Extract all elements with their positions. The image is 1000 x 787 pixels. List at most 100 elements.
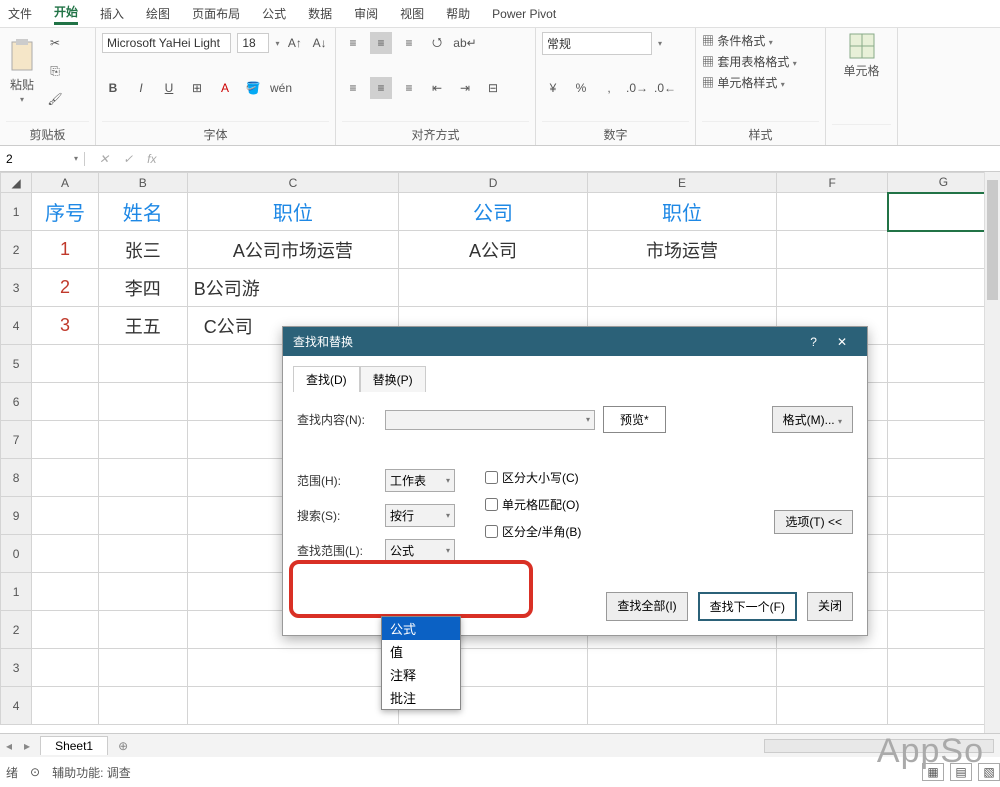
cancel-icon[interactable]: ✕ <box>99 152 109 166</box>
preview-button[interactable]: 预览* <box>603 406 666 433</box>
currency-icon[interactable]: ¥ <box>542 77 564 99</box>
col-C[interactable]: C <box>187 173 398 193</box>
cell[interactable]: 2 <box>32 269 99 307</box>
cell[interactable] <box>777 193 888 231</box>
orientation-icon[interactable]: ⭯ <box>426 32 448 54</box>
cell[interactable]: 王五 <box>98 307 187 345</box>
dropdown-item[interactable]: 值 <box>382 640 460 663</box>
dropdown-item[interactable]: 注释 <box>382 663 460 686</box>
cell[interactable]: 李四 <box>98 269 187 307</box>
search-select[interactable]: 按行▾ <box>385 504 455 527</box>
menu-formula[interactable]: 公式 <box>262 5 286 22</box>
cell[interactable]: 市场运营 <box>588 231 777 269</box>
format-button[interactable]: 格式(M)... ▾ <box>772 406 853 433</box>
wrap-text-icon[interactable]: ab↵ <box>454 32 476 54</box>
cell[interactable]: 公司 <box>399 193 588 231</box>
menu-insert[interactable]: 插入 <box>100 5 124 22</box>
indent-inc-icon[interactable]: ⇥ <box>454 77 476 99</box>
col-G[interactable]: G <box>888 173 999 193</box>
match-cell-checkbox[interactable] <box>485 498 498 511</box>
find-next-button[interactable]: 查找下一个(F) <box>698 592 797 621</box>
tab-nav-prev[interactable]: ◂ <box>0 739 18 753</box>
align-bottom-icon[interactable]: ≡ <box>398 32 420 54</box>
font-grow-icon[interactable]: A↑ <box>286 32 305 54</box>
tab-nav-next[interactable]: ▸ <box>18 739 36 753</box>
format-painter-icon[interactable]: 🖌 <box>44 88 66 110</box>
sheet-tab[interactable]: Sheet1 <box>40 736 108 755</box>
align-right-icon[interactable]: ≡ <box>398 77 420 99</box>
col-D[interactable]: D <box>399 173 588 193</box>
cell[interactable]: 3 <box>32 307 99 345</box>
tab-find[interactable]: 查找(D) <box>293 366 360 392</box>
cell[interactable]: 1 <box>32 231 99 269</box>
col-F[interactable]: F <box>777 173 888 193</box>
comma-icon[interactable]: , <box>598 77 620 99</box>
fill-color-icon[interactable]: 🪣 <box>242 77 264 99</box>
active-cell[interactable] <box>888 193 999 231</box>
italic-button[interactable]: I <box>130 77 152 99</box>
select-all[interactable]: ◢ <box>1 173 32 193</box>
dialog-help-icon[interactable]: ? <box>800 335 827 349</box>
cell-style-button[interactable]: ▦ 单元格样式 ▾ <box>702 74 819 91</box>
cell[interactable]: A公司市场运营 <box>187 231 398 269</box>
merge-icon[interactable]: ⊟ <box>482 77 504 99</box>
font-name-select[interactable]: Microsoft YaHei Light <box>102 33 231 53</box>
font-size-select[interactable]: 18 <box>237 33 269 53</box>
cell[interactable]: B公司游 <box>187 269 398 307</box>
dropdown-item[interactable]: 公式 <box>382 617 460 640</box>
menu-review[interactable]: 审阅 <box>354 5 378 22</box>
menu-powerpivot[interactable]: Power Pivot <box>492 7 556 21</box>
cells-button[interactable]: 单元格 <box>832 32 891 79</box>
underline-button[interactable]: U <box>158 77 180 99</box>
cell[interactable]: A公司 <box>399 231 588 269</box>
align-top-icon[interactable]: ≡ <box>342 32 364 54</box>
scope-select[interactable]: 工作表▾ <box>385 469 455 492</box>
menu-layout[interactable]: 页面布局 <box>192 5 240 22</box>
match-case-checkbox[interactable] <box>485 471 498 484</box>
cell[interactable]: 职位 <box>187 193 398 231</box>
find-all-button[interactable]: 查找全部(I) <box>606 592 687 621</box>
menu-view[interactable]: 视图 <box>400 5 424 22</box>
conditional-format-button[interactable]: ▦ 条件格式 ▾ <box>702 32 819 49</box>
find-content-input[interactable]: ▾ <box>385 410 595 430</box>
cut-icon[interactable]: ✂ <box>44 32 66 54</box>
percent-icon[interactable]: % <box>570 77 592 99</box>
close-button[interactable]: 关闭 <box>807 592 853 621</box>
options-button[interactable]: 选项(T) << <box>774 510 853 534</box>
copy-icon[interactable]: ⎘ <box>44 60 66 82</box>
font-color-icon[interactable]: A <box>214 77 236 99</box>
align-middle-icon[interactable]: ≡ <box>370 32 392 54</box>
bold-button[interactable]: B <box>102 77 124 99</box>
border-icon[interactable]: ⊞ <box>186 77 208 99</box>
align-left-icon[interactable]: ≡ <box>342 77 364 99</box>
name-box[interactable]: 2▾ <box>0 152 85 166</box>
table-format-button[interactable]: ▦ 套用表格格式 ▾ <box>702 53 819 70</box>
phonetic-icon[interactable]: wén <box>270 77 292 99</box>
accessibility-icon[interactable]: ⊙ <box>30 765 40 779</box>
decimal-dec-icon[interactable]: .0← <box>654 77 676 99</box>
menu-home[interactable]: 开始 <box>54 3 78 25</box>
tab-replace[interactable]: 替换(P) <box>360 366 426 392</box>
cell[interactable]: 姓名 <box>98 193 187 231</box>
menu-data[interactable]: 数据 <box>308 5 332 22</box>
decimal-inc-icon[interactable]: .0→ <box>626 77 648 99</box>
col-B[interactable]: B <box>98 173 187 193</box>
col-A[interactable]: A <box>32 173 99 193</box>
lookin-select[interactable]: 公式▾ <box>385 539 455 562</box>
menu-draw[interactable]: 绘图 <box>146 5 170 22</box>
add-sheet-icon[interactable]: ⊕ <box>108 739 138 753</box>
menu-file[interactable]: 文件 <box>8 5 32 22</box>
col-E[interactable]: E <box>588 173 777 193</box>
cell[interactable]: 职位 <box>588 193 777 231</box>
font-shrink-icon[interactable]: A↓ <box>310 32 329 54</box>
cell[interactable]: 序号 <box>32 193 99 231</box>
number-format-select[interactable]: 常规 <box>542 32 652 55</box>
menu-help[interactable]: 帮助 <box>446 5 470 22</box>
fx-icon[interactable]: fx <box>147 152 156 166</box>
row-head[interactable]: 1 <box>1 193 32 231</box>
align-center-icon[interactable]: ≡ <box>370 77 392 99</box>
cell[interactable]: 张三 <box>98 231 187 269</box>
vertical-scrollbar[interactable] <box>984 172 1000 733</box>
indent-dec-icon[interactable]: ⇤ <box>426 77 448 99</box>
dialog-close-icon[interactable]: ✕ <box>827 335 857 349</box>
